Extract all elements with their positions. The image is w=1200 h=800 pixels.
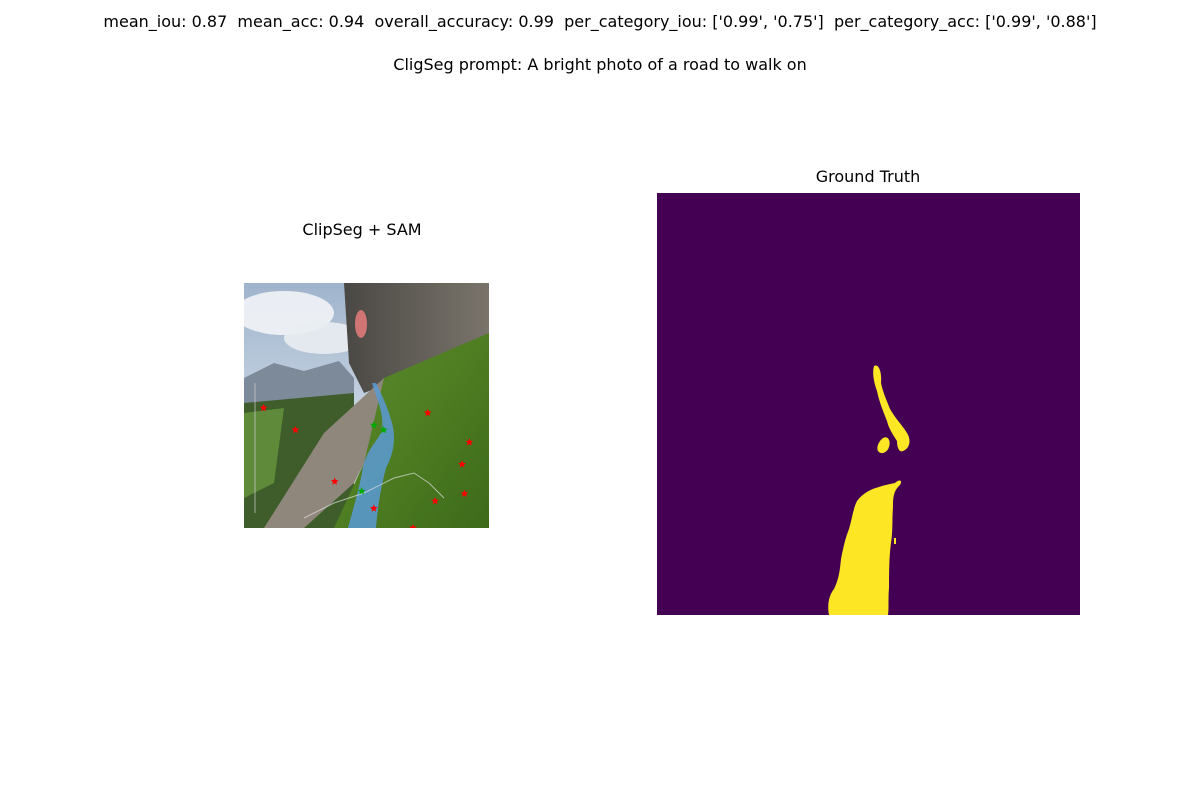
- prompt-region-marker: [355, 310, 367, 338]
- panel-title-clipseg-sam: ClipSeg + SAM: [302, 220, 422, 239]
- ground-truth-mask: [657, 193, 1080, 615]
- panel-title-ground-truth: Ground Truth: [815, 167, 921, 186]
- trail-photo: [244, 283, 489, 528]
- metrics-summary: mean_iou: 0.87 mean_acc: 0.94 overall_ac…: [103, 12, 1097, 31]
- clipseg-sam-overlay-image: [244, 283, 489, 528]
- ground-truth-mask-image: [657, 193, 1080, 615]
- prompt-text: CligSeg prompt: A bright photo of a road…: [393, 55, 807, 74]
